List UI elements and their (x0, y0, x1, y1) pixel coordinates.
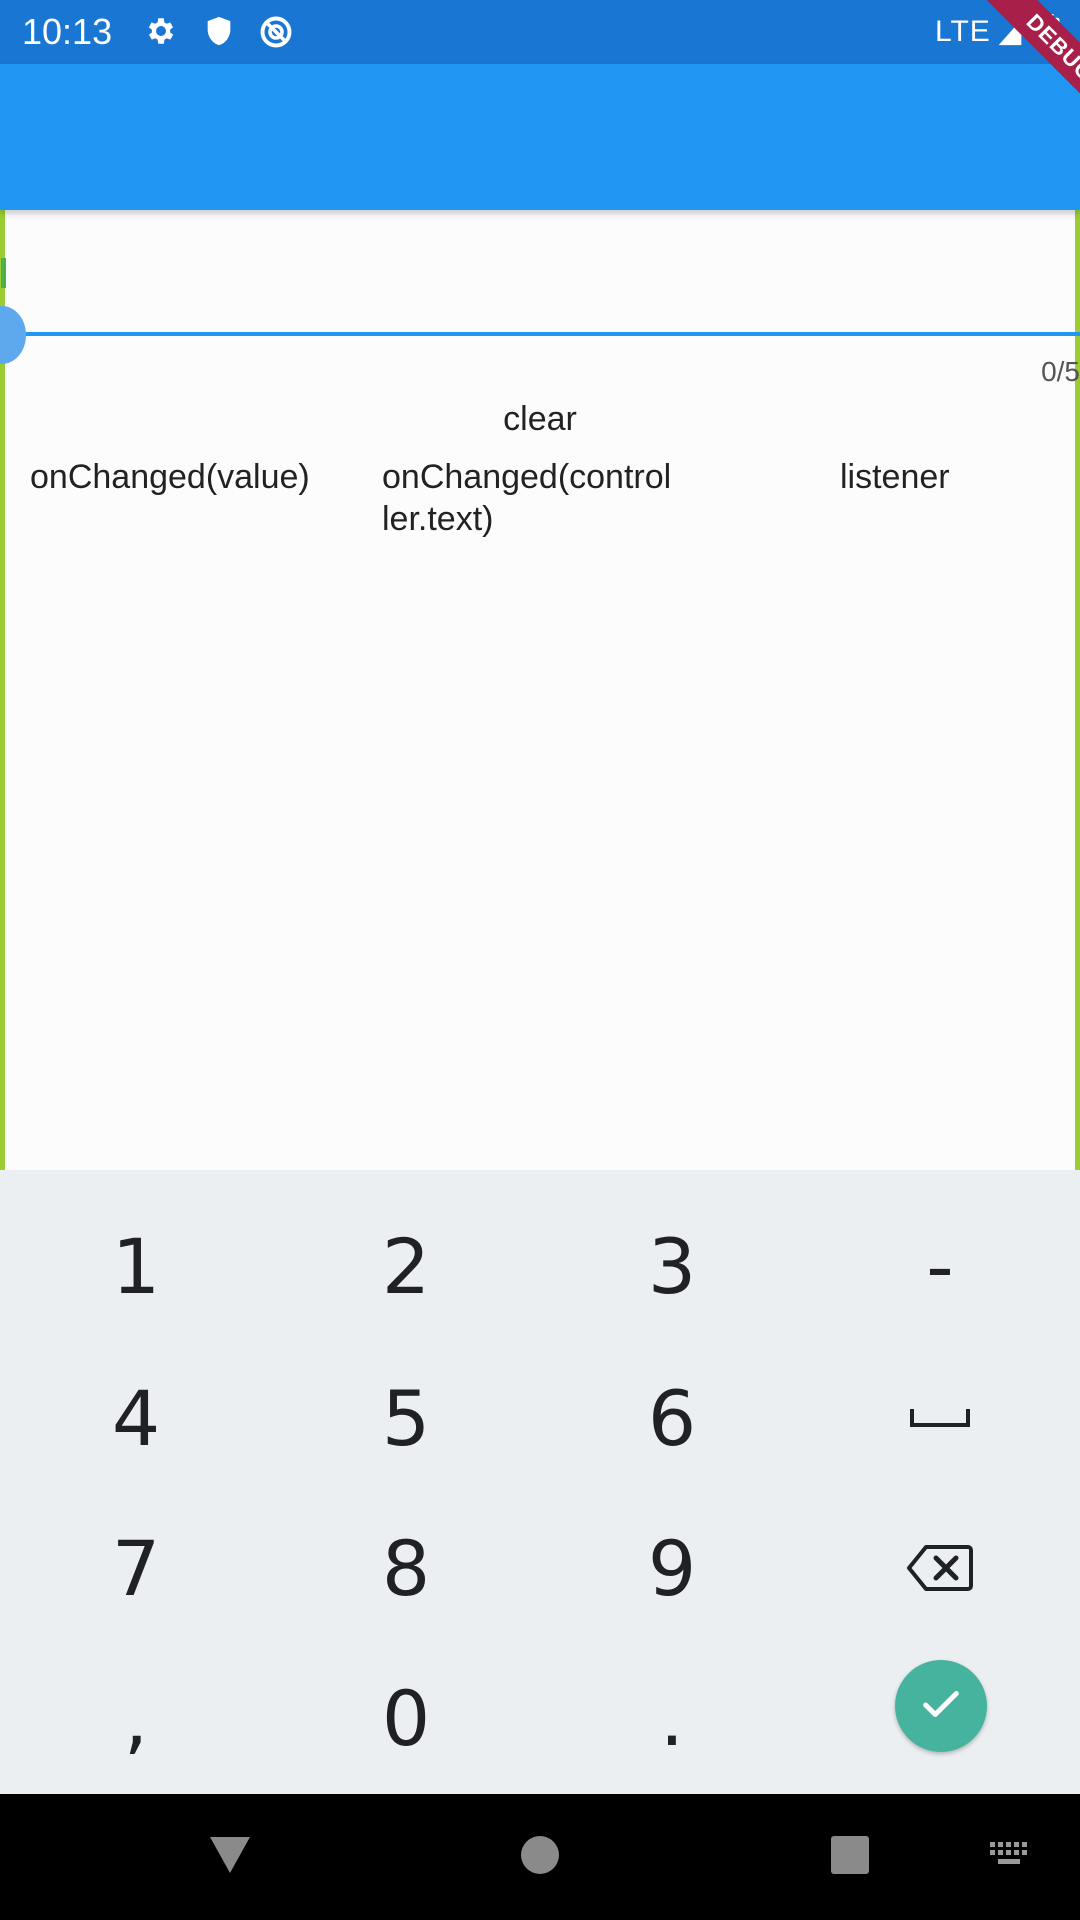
text-cursor (1, 258, 6, 288)
screen: 10:13 LTE DEBUG 0/5 clear onChanged(valu… (0, 0, 1080, 1920)
data-saver-icon (258, 14, 292, 48)
nav-home-button[interactable] (470, 1794, 610, 1920)
nav-keyboard-switch-button[interactable] (940, 1794, 1080, 1920)
home-icon (520, 1835, 560, 1880)
on-changed-controller-label: onChanged(control ler.text) (382, 456, 671, 540)
key-2[interactable]: 2 (276, 1192, 536, 1340)
on-changed-controller-line-1: onChanged(control (382, 458, 672, 496)
text-input-field[interactable] (0, 210, 1080, 336)
text-input[interactable] (0, 210, 1080, 332)
key-6[interactable]: 6 (542, 1344, 802, 1492)
key-done[interactable] (895, 1660, 987, 1752)
status-bar: 10:13 LTE (0, 0, 1080, 64)
nav-recents-button[interactable] (780, 1794, 920, 1920)
key-minus[interactable]: - (810, 1192, 1070, 1340)
key-0[interactable]: 0 (276, 1644, 536, 1792)
nav-back-button[interactable] (160, 1794, 300, 1920)
shield-icon (202, 14, 236, 48)
key-backspace[interactable] (810, 1494, 1070, 1642)
settings-icon (144, 14, 178, 48)
backspace-icon (906, 1543, 974, 1593)
key-3[interactable]: 3 (542, 1192, 802, 1340)
network-type: LTE (935, 15, 991, 48)
clear-button[interactable]: clear (440, 390, 640, 446)
recents-icon (830, 1835, 870, 1880)
app-bar (0, 64, 1080, 210)
key-5[interactable]: 5 (276, 1344, 536, 1492)
key-comma[interactable]: , (6, 1644, 266, 1792)
status-time: 10:13 (22, 11, 113, 52)
back-icon (208, 1835, 252, 1880)
on-changed-controller-line-2: ler.text) (382, 500, 494, 538)
key-1[interactable]: 1 (6, 1192, 266, 1340)
on-changed-value-label: onChanged(value) (30, 458, 310, 496)
key-9[interactable]: 9 (542, 1494, 802, 1642)
input-underline (0, 332, 1080, 336)
key-4[interactable]: 4 (6, 1344, 266, 1492)
done-check-icon (918, 1681, 964, 1732)
key-7[interactable]: 7 (6, 1494, 266, 1642)
key-space[interactable] (810, 1344, 1070, 1492)
key-8[interactable]: 8 (276, 1494, 536, 1642)
navigation-bar (0, 1794, 1080, 1920)
keyboard-switch-icon (988, 1840, 1032, 1875)
space-key-icon (909, 1406, 971, 1430)
key-period[interactable]: . (542, 1644, 802, 1792)
character-counter: 0/5 (1041, 356, 1080, 387)
listener-label: listener (840, 458, 950, 496)
